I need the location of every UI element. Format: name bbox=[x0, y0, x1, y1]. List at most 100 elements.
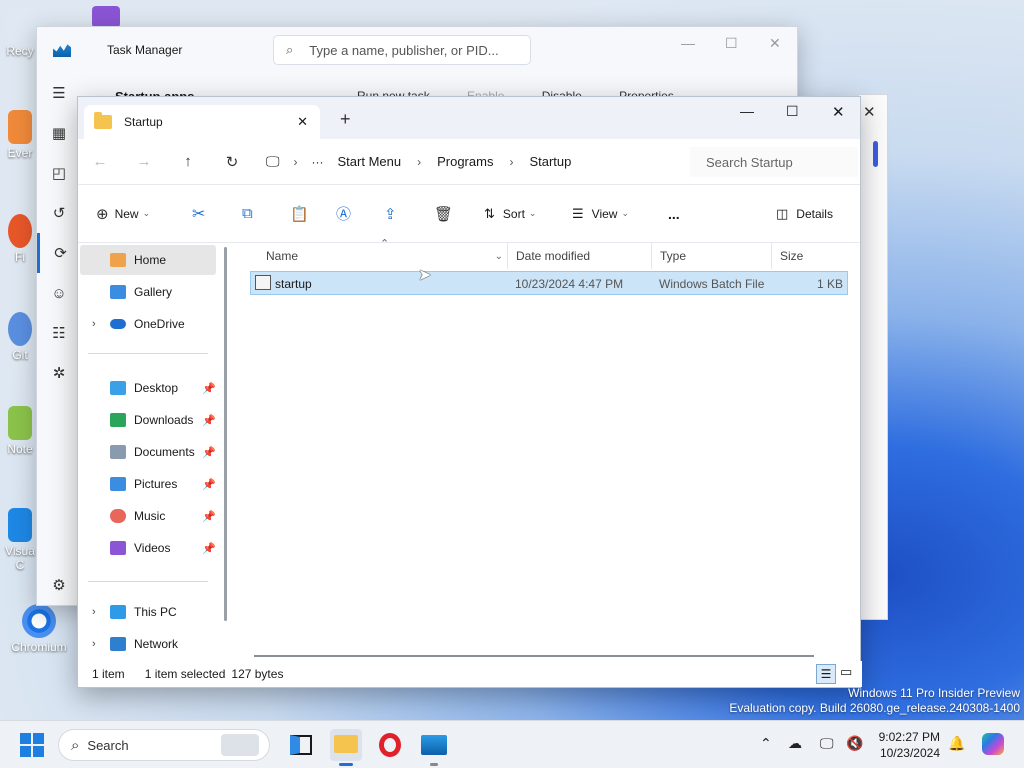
windows-logo-icon bbox=[33, 746, 44, 757]
search-input[interactable]: Search Startup bbox=[690, 147, 858, 177]
desktop-icon-git[interactable]: Git bbox=[0, 312, 40, 362]
horizontal-scrollbar[interactable] bbox=[254, 655, 814, 657]
pin-icon[interactable]: 📌 bbox=[202, 414, 216, 427]
chevron-right-icon[interactable]: › bbox=[92, 638, 96, 650]
paste-icon[interactable]: 📋 bbox=[290, 205, 309, 223]
hamburger-icon[interactable]: ☰ bbox=[37, 73, 81, 113]
breadcrumb-programs[interactable]: Programs bbox=[437, 154, 493, 169]
users-icon[interactable]: ☺ bbox=[37, 273, 81, 313]
processes-icon[interactable]: ▦ bbox=[37, 113, 81, 153]
details-view-icon[interactable]: ☰ bbox=[816, 664, 836, 684]
start-button[interactable] bbox=[16, 729, 48, 761]
pin-icon[interactable]: 📌 bbox=[202, 542, 216, 555]
new-tab-button[interactable]: + bbox=[340, 109, 351, 130]
minimize-icon[interactable]: — bbox=[740, 103, 754, 119]
settings-icon[interactable]: ⚙ bbox=[37, 565, 81, 605]
sidebar-item-music[interactable]: Music 📌 bbox=[80, 501, 216, 531]
tiles-view-icon[interactable]: ▭ bbox=[840, 664, 852, 680]
chevron-right-icon[interactable]: › bbox=[92, 318, 96, 330]
chevron-right-icon[interactable]: › bbox=[417, 155, 421, 169]
more-options-button[interactable]: ... bbox=[668, 206, 680, 222]
details-pane-button[interactable]: ◫ Details bbox=[776, 206, 833, 222]
desktop-icon-firefox[interactable]: Fi bbox=[0, 214, 40, 264]
close-icon[interactable]: ✕ bbox=[863, 103, 876, 121]
pin-icon[interactable]: 📌 bbox=[202, 382, 216, 395]
show-hidden-icons-icon[interactable]: ⌃ bbox=[760, 735, 772, 752]
maximize-icon[interactable]: ☐ bbox=[786, 103, 799, 120]
view-button[interactable]: ☰ View ⌄ bbox=[572, 206, 629, 222]
file-explorer-taskbar-button[interactable] bbox=[330, 729, 362, 766]
task-manager-search-input[interactable]: ⌕ Type a name, publisher, or PID... bbox=[273, 35, 531, 65]
nav-scrollbar[interactable] bbox=[224, 247, 227, 621]
performance-icon[interactable]: ◰ bbox=[37, 153, 81, 193]
sidebar-item-onedrive[interactable]: › OneDrive bbox=[80, 309, 216, 339]
table-row[interactable]: startup 10/23/2024 4:47 PM Windows Batch… bbox=[250, 271, 848, 295]
scrollbar-thumb[interactable] bbox=[873, 141, 878, 167]
display-icon[interactable]: 🖵 bbox=[820, 735, 834, 752]
column-header-size[interactable]: Size bbox=[772, 243, 852, 269]
network-status-icon[interactable]: ☁ bbox=[788, 735, 802, 752]
breadcrumb-overflow[interactable]: ··· bbox=[312, 155, 324, 169]
startup-apps-icon[interactable]: ⟳ bbox=[37, 233, 81, 273]
column-header-date-modified[interactable]: Date modified bbox=[508, 243, 652, 269]
details-icon[interactable]: ☷ bbox=[37, 313, 81, 353]
sidebar-item-network[interactable]: › Network bbox=[80, 629, 216, 659]
cut-icon[interactable]: ✂ bbox=[192, 204, 205, 224]
app-history-icon[interactable]: ↺ bbox=[37, 193, 81, 233]
desktop-icon-recycle-bin[interactable]: Recy bbox=[0, 8, 40, 58]
up-icon[interactable]: ↑ bbox=[166, 153, 210, 170]
minimize-icon[interactable]: — bbox=[681, 35, 695, 51]
taskbar-search-label: Search bbox=[87, 737, 129, 753]
services-icon[interactable]: ✲ bbox=[37, 353, 81, 393]
volume-muted-icon[interactable]: 🔇 bbox=[846, 735, 863, 752]
notifications-bell-icon[interactable]: 🔔 bbox=[948, 735, 965, 752]
this-pc-icon[interactable]: 🖵 bbox=[266, 153, 280, 170]
taskbar-search[interactable]: ⌕ Search bbox=[58, 729, 270, 761]
pin-icon[interactable]: 📌 bbox=[202, 446, 216, 459]
column-header-name[interactable]: Name ⌄ bbox=[250, 243, 508, 269]
sidebar-item-this-pc[interactable]: › This PC bbox=[80, 597, 216, 627]
sort-icon: ⇅ bbox=[484, 205, 495, 221]
desktop-icon-notepad[interactable]: Note bbox=[0, 406, 40, 456]
chevron-right-icon[interactable]: › bbox=[92, 606, 96, 618]
close-tab-icon[interactable]: ✕ bbox=[297, 114, 308, 130]
breadcrumb-start-menu[interactable]: Start Menu bbox=[338, 154, 402, 169]
sidebar-item-desktop[interactable]: Desktop 📌 bbox=[80, 373, 216, 403]
close-icon[interactable]: ✕ bbox=[832, 103, 845, 121]
sidebar-item-videos[interactable]: Videos 📌 bbox=[80, 533, 216, 563]
close-icon[interactable]: ✕ bbox=[769, 35, 781, 52]
breadcrumb-startup[interactable]: Startup bbox=[529, 154, 571, 169]
desktop-icon-chromium[interactable]: Chromium bbox=[6, 604, 72, 654]
pin-icon[interactable]: 📌 bbox=[202, 510, 216, 523]
sort-button[interactable]: ⇅ Sort ⌄ bbox=[484, 206, 536, 222]
copy-icon[interactable]: ⧉ bbox=[242, 205, 253, 222]
chevron-right-icon[interactable]: › bbox=[509, 155, 513, 169]
sidebar-item-gallery[interactable]: Gallery bbox=[80, 277, 216, 307]
sidebar-item-documents[interactable]: Documents 📌 bbox=[80, 437, 216, 467]
task-manager-taskbar-button[interactable] bbox=[418, 729, 450, 766]
maximize-icon[interactable]: ☐ bbox=[725, 35, 738, 52]
column-header-type[interactable]: Type bbox=[652, 243, 772, 269]
opera-taskbar-button[interactable] bbox=[374, 729, 406, 761]
copilot-icon[interactable] bbox=[982, 733, 1004, 755]
tab-startup[interactable]: Startup ✕ bbox=[84, 105, 320, 139]
forward-icon[interactable]: → bbox=[122, 153, 166, 170]
desktop-icon-visual-studio-code[interactable]: Visua C bbox=[0, 508, 40, 572]
new-button[interactable]: ⊕ New ⌄ bbox=[96, 205, 150, 223]
back-icon[interactable]: ← bbox=[78, 153, 122, 170]
share-icon[interactable]: ⇪ bbox=[384, 205, 397, 223]
delete-icon[interactable]: 🗑 bbox=[434, 205, 453, 223]
pin-icon[interactable]: 📌 bbox=[202, 478, 216, 491]
sidebar-item-downloads[interactable]: Downloads 📌 bbox=[80, 405, 216, 435]
sidebar-item-pictures[interactable]: Pictures 📌 bbox=[80, 469, 216, 499]
chevron-down-icon[interactable]: ⌄ bbox=[495, 251, 503, 262]
rename-icon[interactable]: Ⓐ bbox=[336, 203, 351, 224]
refresh-icon[interactable]: ↻ bbox=[210, 153, 254, 171]
task-view-button[interactable] bbox=[286, 729, 318, 761]
chevron-right-icon[interactable]: › bbox=[294, 155, 298, 169]
clock[interactable]: 9:02:27 PM 10/23/2024 bbox=[874, 729, 940, 761]
gallery-icon bbox=[110, 285, 126, 299]
sidebar-item-home[interactable]: Home bbox=[80, 245, 216, 275]
desktop-icon-everything[interactable]: Ever bbox=[0, 110, 40, 160]
selection-count: 1 item selected bbox=[144, 667, 226, 681]
